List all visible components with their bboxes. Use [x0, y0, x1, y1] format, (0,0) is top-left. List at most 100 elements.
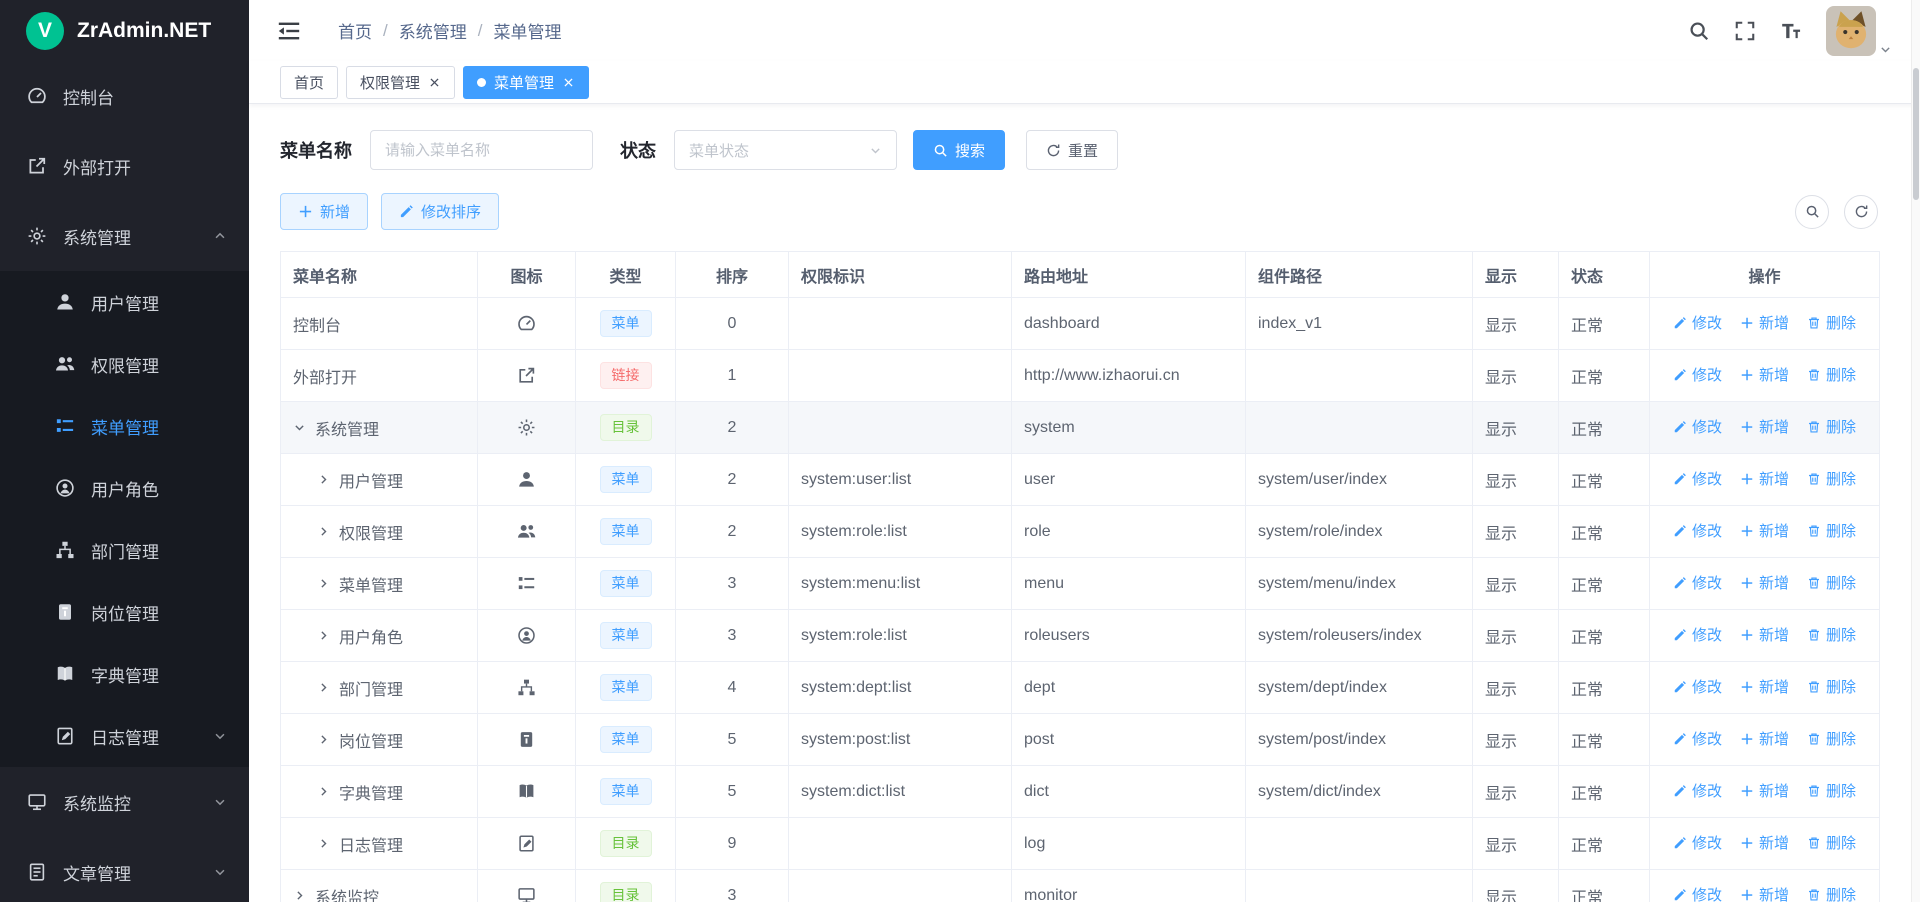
avatar[interactable] — [1826, 6, 1876, 56]
row-delete-button[interactable]: 删除 — [1807, 728, 1856, 749]
table-row-roleusers[interactable]: 用户角色菜单3system:role:listroleuserssystem/r… — [281, 610, 1880, 662]
menu-name-input[interactable] — [385, 142, 578, 159]
sidebar-item-menu[interactable]: 菜单管理 — [0, 395, 249, 457]
row-delete-button[interactable]: 删除 — [1807, 572, 1856, 593]
sidebar-item-external[interactable]: 外部打开 — [0, 131, 249, 201]
row-edit-button[interactable]: 修改 — [1673, 884, 1722, 902]
sidebar-item-dict[interactable]: 字典管理 — [0, 643, 249, 705]
table-row-monitor[interactable]: 系统监控目录3monitor显示正常修改新增删除 — [281, 870, 1880, 902]
row-add-button[interactable]: 新增 — [1740, 780, 1789, 801]
row-expander-icon[interactable] — [317, 733, 330, 746]
toolbar-refresh-button[interactable] — [1844, 195, 1878, 229]
row-expander-icon[interactable] — [317, 473, 330, 486]
table-row-post[interactable]: 岗位管理菜单5system:post:listpostsystem/post/i… — [281, 714, 1880, 766]
row-delete-button[interactable]: 删除 — [1807, 468, 1856, 489]
add-button[interactable]: 新增 — [280, 193, 368, 230]
row-edit-button[interactable]: 修改 — [1673, 572, 1722, 593]
row-expander-icon[interactable] — [317, 629, 330, 642]
table-row-role[interactable]: 权限管理菜单2system:role:listrolesystem/role/i… — [281, 506, 1880, 558]
modify-sort-button[interactable]: 修改排序 — [381, 193, 499, 230]
sidebar-item-user[interactable]: 用户管理 — [0, 271, 249, 333]
row-expander-icon[interactable] — [317, 577, 330, 590]
table-row-user[interactable]: 用户管理菜单2system:user:listusersystem/user/i… — [281, 454, 1880, 506]
table-row-dashboard[interactable]: 控制台菜单0dashboardindex_v1显示正常修改新增删除 — [281, 298, 1880, 350]
row-add-button[interactable]: 新增 — [1740, 520, 1789, 541]
row-add-button[interactable]: 新增 — [1740, 416, 1789, 437]
toolbar-row: 新增 修改排序 — [280, 193, 1878, 230]
row-delete-button[interactable]: 删除 — [1807, 416, 1856, 437]
row-delete-button[interactable]: 删除 — [1807, 780, 1856, 801]
font-size-icon[interactable] — [1780, 20, 1802, 42]
row-add-button[interactable]: 新增 — [1740, 884, 1789, 902]
row-delete-button[interactable]: 删除 — [1807, 884, 1856, 902]
row-edit-button[interactable]: 修改 — [1673, 728, 1722, 749]
sidebar-item-article[interactable]: 文章管理 — [0, 837, 249, 902]
row-expander-icon[interactable] — [293, 889, 306, 902]
table-row-log[interactable]: 日志管理目录9log显示正常修改新增删除 — [281, 818, 1880, 870]
scrollbar[interactable] — [1911, 0, 1920, 902]
row-expander-icon[interactable] — [317, 525, 330, 538]
table-row-dept[interactable]: 部门管理菜单4system:dept:listdeptsystem/dept/i… — [281, 662, 1880, 714]
table-row-system[interactable]: 系统管理目录2system显示正常修改新增删除 — [281, 402, 1880, 454]
sidebar-item-role[interactable]: 权限管理 — [0, 333, 249, 395]
row-delete-button[interactable]: 删除 — [1807, 520, 1856, 541]
row-delete-button[interactable]: 删除 — [1807, 624, 1856, 645]
row-add-button[interactable]: 新增 — [1740, 832, 1789, 853]
row-delete-button[interactable]: 删除 — [1807, 364, 1856, 385]
row-edit-button[interactable]: 修改 — [1673, 312, 1722, 333]
status-select[interactable]: 菜单状态 — [674, 130, 897, 170]
row-edit-button[interactable]: 修改 — [1673, 780, 1722, 801]
row-delete-button[interactable]: 删除 — [1807, 312, 1856, 333]
row-add-button[interactable]: 新增 — [1740, 364, 1789, 385]
row-add-button[interactable]: 新增 — [1740, 572, 1789, 593]
search-button[interactable]: 搜索 — [913, 130, 1005, 170]
component-value: system/role/index — [1246, 506, 1473, 558]
row-add-button[interactable]: 新增 — [1740, 676, 1789, 697]
row-edit-button[interactable]: 修改 — [1673, 364, 1722, 385]
row-expander-icon[interactable] — [317, 837, 330, 850]
sidebar-item-monitor[interactable]: 系统监控 — [0, 767, 249, 837]
row-edit-button[interactable]: 修改 — [1673, 832, 1722, 853]
search-icon[interactable] — [1688, 20, 1710, 42]
breadcrumb-item[interactable]: 首页 — [338, 18, 372, 43]
sidebar-item-dashboard[interactable]: 控制台 — [0, 61, 249, 131]
row-edit-button[interactable]: 修改 — [1673, 416, 1722, 437]
scrollbar-thumb[interactable] — [1913, 68, 1919, 200]
user-icon — [517, 470, 536, 489]
row-expander-icon[interactable] — [317, 785, 330, 798]
table-row-dict[interactable]: 字典管理菜单5system:dict:listdictsystem/dict/i… — [281, 766, 1880, 818]
type-tag: 菜单 — [600, 726, 652, 753]
fullscreen-icon[interactable] — [1734, 20, 1756, 42]
tab-home[interactable]: 首页 — [280, 66, 338, 99]
reset-button[interactable]: 重置 — [1026, 130, 1118, 170]
row-edit-button[interactable]: 修改 — [1673, 676, 1722, 697]
row-edit-button[interactable]: 修改 — [1673, 468, 1722, 489]
row-add-button[interactable]: 新增 — [1740, 624, 1789, 645]
row-add-button[interactable]: 新增 — [1740, 728, 1789, 749]
table-row-external[interactable]: 外部打开链接1http://www.izhaorui.cn显示正常修改新增删除 — [281, 350, 1880, 402]
tab-close-icon[interactable] — [428, 76, 441, 89]
row-delete-button[interactable]: 删除 — [1807, 676, 1856, 697]
tab-close-icon[interactable] — [562, 76, 575, 89]
row-expander-icon[interactable] — [317, 681, 330, 694]
sidebar-item-system[interactable]: 系统管理 — [0, 201, 249, 271]
sidebar-item-dept[interactable]: 部门管理 — [0, 519, 249, 581]
row-add-button[interactable]: 新增 — [1740, 468, 1789, 489]
path-value: dict — [1012, 766, 1246, 818]
tab-role[interactable]: 权限管理 — [346, 66, 455, 99]
toolbar-search-button[interactable] — [1795, 195, 1829, 229]
breadcrumb-item[interactable]: 系统管理 — [399, 18, 467, 43]
row-edit-button[interactable]: 修改 — [1673, 624, 1722, 645]
sidebar-item-roleusers[interactable]: 用户角色 — [0, 457, 249, 519]
table-row-menu[interactable]: 菜单管理菜单3system:menu:listmenusystem/menu/i… — [281, 558, 1880, 610]
menu-collapse-icon[interactable] — [277, 19, 301, 43]
sidebar-item-post[interactable]: 岗位管理 — [0, 581, 249, 643]
sidebar-item-log[interactable]: 日志管理 — [0, 705, 249, 767]
perms-value — [789, 818, 1012, 870]
row-edit-button[interactable]: 修改 — [1673, 520, 1722, 541]
chevron-down-icon[interactable] — [1879, 43, 1892, 56]
tab-menu[interactable]: 菜单管理 — [463, 66, 589, 99]
row-delete-button[interactable]: 删除 — [1807, 832, 1856, 853]
row-expander-icon[interactable] — [293, 421, 306, 434]
row-add-button[interactable]: 新增 — [1740, 312, 1789, 333]
